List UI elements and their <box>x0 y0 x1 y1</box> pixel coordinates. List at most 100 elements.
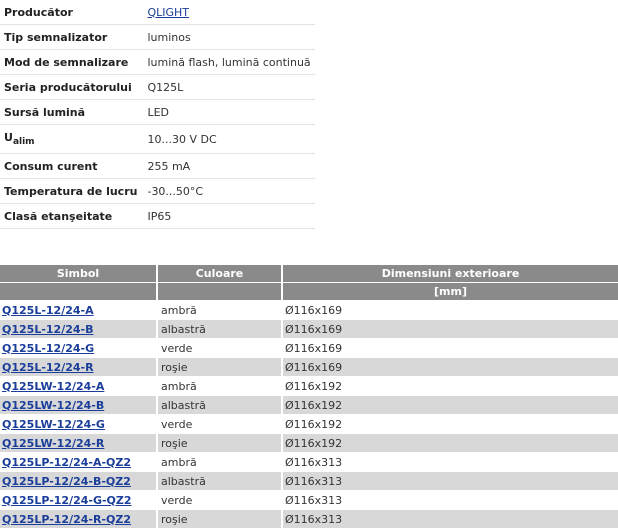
symbol-cell: Q125L-12/24-R <box>0 357 158 377</box>
attribute-row: Tip semnalizator luminos <box>0 24 315 50</box>
product-link[interactable]: Q125LW-12/24-A <box>2 380 104 393</box>
color-cell: ambră <box>157 452 283 472</box>
color-cell: verde <box>157 338 283 358</box>
product-subheader-row: [mm] <box>0 282 618 301</box>
table-row: Q125L-12/24-A ambră Ø116x169 <box>0 300 618 320</box>
dimension-cell: Ø116x313 <box>282 509 618 529</box>
table-row: Q125L-12/24-R roşie Ø116x169 <box>0 357 618 377</box>
dimension-cell: Ø116x192 <box>282 414 618 434</box>
subheader-empty <box>0 282 158 301</box>
dimension-cell: Ø116x169 <box>282 338 618 358</box>
attribute-row: Producător QLIGHT <box>0 0 315 25</box>
color-cell: verde <box>157 490 283 510</box>
color-cell: ambră <box>157 376 283 396</box>
table-row: Q125LW-12/24-A ambră Ø116x192 <box>0 376 618 396</box>
attribute-value: lumină flash, lumină continuă <box>141 49 315 75</box>
table-row: Q125LW-12/24-G verde Ø116x192 <box>0 414 618 434</box>
symbol-cell: Q125LP-12/24-R-QZ2 <box>0 509 158 529</box>
product-link[interactable]: Q125LP-12/24-R-QZ2 <box>2 513 131 526</box>
attribute-row: Seria producătorului Q125L <box>0 74 315 100</box>
dimension-cell: Ø116x192 <box>282 395 618 415</box>
attribute-label: Seria producătorului <box>0 74 142 100</box>
table-row: Q125LP-12/24-B-QZ2 albastră Ø116x313 <box>0 471 618 491</box>
dimension-cell: Ø116x192 <box>282 433 618 453</box>
dimension-cell: Ø116x169 <box>282 319 618 339</box>
table-row: Q125LW-12/24-B albastră Ø116x192 <box>0 395 618 415</box>
attribute-label: Mod de semnalizare <box>0 49 142 75</box>
attribute-row: Consum curent 255 mA <box>0 153 315 179</box>
dimension-cell: Ø116x169 <box>282 357 618 377</box>
symbol-cell: Q125LW-12/24-B <box>0 395 158 415</box>
color-cell: verde <box>157 414 283 434</box>
attribute-label: Consum curent <box>0 153 142 179</box>
symbol-cell: Q125L-12/24-B <box>0 319 158 339</box>
attribute-label: Producător <box>0 0 142 25</box>
attribute-row: Temperatura de lucru -30...50°C <box>0 178 315 204</box>
dimension-cell: Ø116x192 <box>282 376 618 396</box>
column-header-symbol: Simbol <box>0 265 158 283</box>
attribute-value: LED <box>141 99 315 125</box>
dimension-cell: Ø116x313 <box>282 490 618 510</box>
color-cell: albastră <box>157 395 283 415</box>
symbol-cell: Q125LW-12/24-R <box>0 433 158 453</box>
subheader-empty <box>157 282 283 301</box>
attribute-value: IP65 <box>141 203 315 229</box>
attribute-value: -30...50°C <box>141 178 315 204</box>
color-cell: roşie <box>157 509 283 529</box>
table-row: Q125L-12/24-G verde Ø116x169 <box>0 338 618 358</box>
attribute-label: Sursă lumină <box>0 99 142 125</box>
attribute-value: 255 mA <box>141 153 315 179</box>
manufacturer-link[interactable]: QLIGHT <box>147 6 189 19</box>
symbol-cell: Q125LP-12/24-G-QZ2 <box>0 490 158 510</box>
color-cell: albastră <box>157 471 283 491</box>
attribute-label: Temperatura de lucru <box>0 178 142 204</box>
dimension-cell: Ø116x313 <box>282 452 618 472</box>
table-row: Q125LP-12/24-G-QZ2 verde Ø116x313 <box>0 490 618 510</box>
product-link[interactable]: Q125LW-12/24-R <box>2 437 104 450</box>
color-cell: roşie <box>157 357 283 377</box>
symbol-cell: Q125L-12/24-G <box>0 338 158 358</box>
attribute-row: Mod de semnalizare lumină flash, lumină … <box>0 49 315 75</box>
product-link[interactable]: Q125L-12/24-B <box>2 323 93 336</box>
attribute-label-sub: alim <box>12 137 35 148</box>
table-row: Q125L-12/24-B albastră Ø116x169 <box>0 319 618 339</box>
column-header-dimensions: Dimensiuni exterioare <box>282 265 618 283</box>
product-link[interactable]: Q125LP-12/24-B-QZ2 <box>2 475 131 488</box>
color-cell: albastră <box>157 319 283 339</box>
product-link[interactable]: Q125L-12/24-R <box>2 361 94 374</box>
attribute-label-main: U <box>4 130 13 144</box>
product-link[interactable]: Q125L-12/24-A <box>2 304 94 317</box>
product-link[interactable]: Q125LP-12/24-G-QZ2 <box>2 494 132 507</box>
attribute-table: Producător QLIGHT Tip semnalizator lumin… <box>0 0 315 229</box>
symbol-cell: Q125LW-12/24-A <box>0 376 158 396</box>
table-row: Q125LP-12/24-A-QZ2 ambră Ø116x313 <box>0 452 618 472</box>
attribute-label: Ualim <box>0 124 142 154</box>
color-cell: roşie <box>157 433 283 453</box>
color-cell: ambră <box>157 300 283 320</box>
attribute-value: Q125L <box>141 74 315 100</box>
product-table: Simbol Culoare Dimensiuni exterioare [mm… <box>0 265 618 529</box>
column-header-color: Culoare <box>157 265 283 283</box>
product-link[interactable]: Q125L-12/24-G <box>2 342 94 355</box>
dimension-cell: Ø116x313 <box>282 471 618 491</box>
product-link[interactable]: Q125LP-12/24-A-QZ2 <box>2 456 131 469</box>
attribute-label: Tip semnalizator <box>0 24 142 50</box>
dimension-cell: Ø116x169 <box>282 300 618 320</box>
attribute-row: Ualim 10...30 V DC <box>0 124 315 154</box>
attribute-value: 10...30 V DC <box>141 124 315 154</box>
product-header-row: Simbol Culoare Dimensiuni exterioare <box>0 265 618 283</box>
symbol-cell: Q125LP-12/24-A-QZ2 <box>0 452 158 472</box>
attribute-row: Clasă etanşeitate IP65 <box>0 203 315 229</box>
symbol-cell: Q125LW-12/24-G <box>0 414 158 434</box>
table-row: Q125LP-12/24-R-QZ2 roşie Ø116x313 <box>0 509 618 529</box>
attribute-label: Clasă etanşeitate <box>0 203 142 229</box>
attribute-value: luminos <box>141 24 315 50</box>
attribute-row: Sursă lumină LED <box>0 99 315 125</box>
symbol-cell: Q125LP-12/24-B-QZ2 <box>0 471 158 491</box>
product-link[interactable]: Q125LW-12/24-G <box>2 418 105 431</box>
product-link[interactable]: Q125LW-12/24-B <box>2 399 104 412</box>
symbol-cell: Q125L-12/24-A <box>0 300 158 320</box>
attribute-value: QLIGHT <box>141 0 315 25</box>
subheader-unit: [mm] <box>282 282 618 301</box>
table-row: Q125LW-12/24-R roşie Ø116x192 <box>0 433 618 453</box>
